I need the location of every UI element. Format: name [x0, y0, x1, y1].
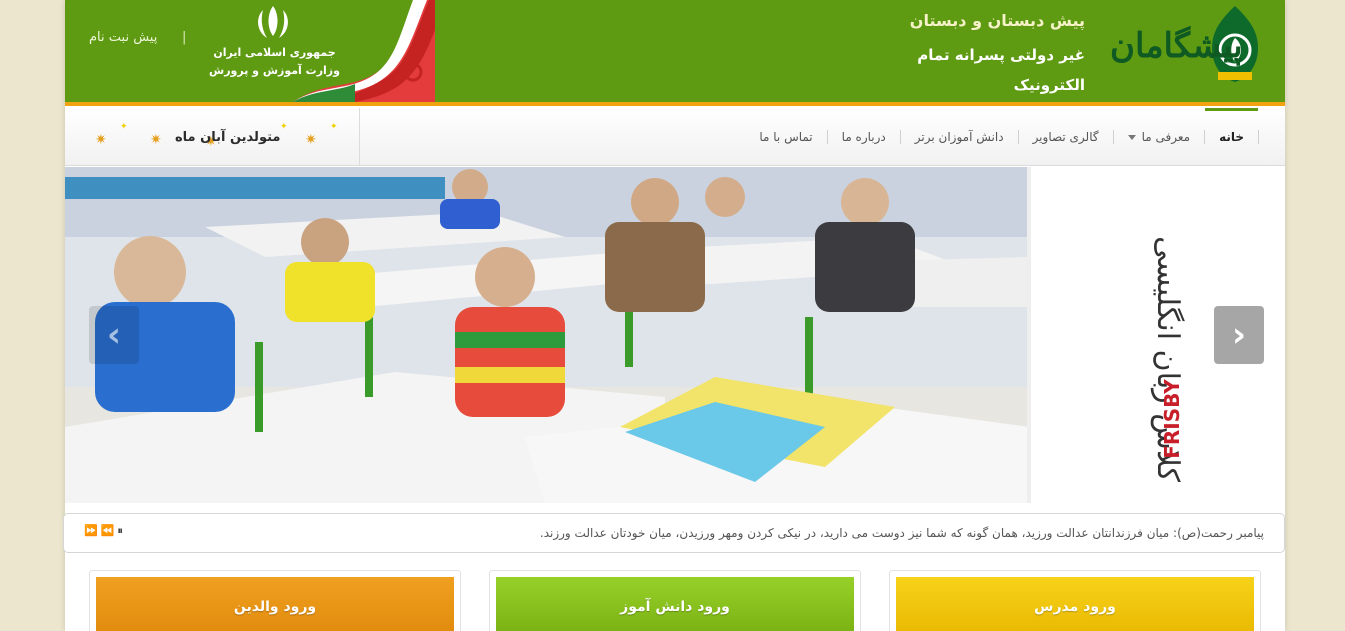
card-label: ورود مدرس — [1034, 599, 1116, 615]
card-student-login: ورود دانش آموز — [489, 570, 861, 631]
firework-icon: ✷ — [305, 132, 317, 148]
site-header: پیش نبت نام | جمهوری اسلامی ایران وزارت — [65, 0, 1285, 106]
firework-icon: ✷ — [150, 132, 162, 148]
student-login-button[interactable]: ورود دانش آموز — [496, 577, 854, 631]
parents-login-button[interactable]: ورود والدین — [96, 577, 454, 631]
emblem-line1: جمهوری اسلامی ایران — [213, 46, 336, 59]
side-brand: FRISBY — [1160, 379, 1184, 459]
nav-item-label: گالری تصاویر — [1032, 130, 1099, 144]
nav-item-about[interactable]: درباره ما — [828, 108, 900, 166]
birthday-label: متولدین آبان ماه — [175, 130, 281, 145]
card-label: ورود دانش آموز — [620, 599, 730, 615]
image-slider[interactable]: کلاس زبان انگلیسی FRISBY ‹ › — [65, 167, 1285, 503]
card-parents-login: ورود والدین — [89, 570, 461, 631]
pause-icon[interactable]: ⏸ — [117, 524, 123, 538]
nav-item-contact[interactable]: تماس با ما — [745, 108, 826, 166]
firework-icon: ✷ — [95, 132, 107, 148]
nav-item-gallery[interactable]: گالری تصاویر — [1019, 108, 1113, 166]
sparkle-icon: ✦ — [330, 122, 338, 132]
teacher-login-button[interactable]: ورود مدرس — [896, 577, 1254, 631]
sparkle-icon: ✦ — [280, 122, 288, 132]
birthday-panel[interactable]: ✷ ✦ ✷ ✷ ✦ ✷ ✦ متولدین آبان ماه — [65, 108, 360, 166]
chevron-left-icon: ‹ — [106, 315, 121, 355]
nav-item-label: تماس با ما — [759, 130, 813, 144]
school-title: پیش دبستان و دبستان غیر دولتی پسرانه تما… — [865, 10, 1085, 100]
logo-wordmark: پیشگامان — [1110, 26, 1243, 66]
ticker-text[interactable]: پیامبر رحمت(ص): میان فرزندانتان عدالت ور… — [540, 526, 1264, 540]
slider-prev-button[interactable]: ‹ — [89, 306, 139, 364]
slider-next-button[interactable]: › — [1214, 306, 1264, 364]
emblem-line2: وزارت آموزش و پرورش — [209, 64, 340, 77]
pre-registration-link[interactable]: پیش نبت نام — [89, 30, 157, 45]
nav-item-label: خانه — [1219, 130, 1244, 144]
school-title-line2: غیر دولتی پسرانه تمام الکترونیک — [917, 46, 1085, 94]
nav-divider — [1258, 130, 1259, 144]
sparkle-icon: ✦ — [120, 122, 128, 132]
nav-menu: خانه معرفی ما گالری تصاویر دانش آموزان ب… — [745, 108, 1259, 166]
nav-item-top-students[interactable]: دانش آموزان برتر — [901, 108, 1018, 166]
fast-forward-icon[interactable]: ⏩ — [84, 524, 98, 538]
chevron-down-icon — [1127, 134, 1136, 140]
card-label: ورود والدین — [233, 599, 317, 615]
nav-item-label: دانش آموزان برتر — [914, 130, 1004, 144]
nav-item-label: درباره ما — [841, 130, 886, 144]
school-title-line1: پیش دبستان و دبستان — [909, 11, 1085, 30]
news-ticker: ⏩ ⏪ ⏸ پیامبر رحمت(ص): میان فرزندانتان عد… — [63, 513, 1285, 553]
chevron-right-icon: › — [1231, 315, 1246, 355]
ticker-controls: ⏩ ⏪ ⏸ — [84, 524, 123, 538]
classroom-photo — [65, 167, 1285, 503]
nav-item-home[interactable]: خانه — [1205, 108, 1258, 166]
ministry-caption: جمهوری اسلامی ایران وزارت آموزش و پرورش — [207, 44, 342, 80]
main-navbar: ✷ ✦ ✷ ✷ ✦ ✷ ✦ متولدین آبان ماه خانه معرف… — [65, 108, 1285, 166]
nav-item-about-us[interactable]: معرفی ما — [1114, 108, 1204, 166]
page-container: پیش نبت نام | جمهوری اسلامی ایران وزارت — [63, 0, 1285, 631]
rewind-icon[interactable]: ⏪ — [101, 524, 115, 538]
nav-item-label: معرفی ما — [1141, 130, 1191, 144]
header-divider: | — [182, 30, 187, 45]
site-logo[interactable]: پیشگامان — [1110, 4, 1270, 84]
card-teacher-login: ورود مدرس — [889, 570, 1261, 631]
